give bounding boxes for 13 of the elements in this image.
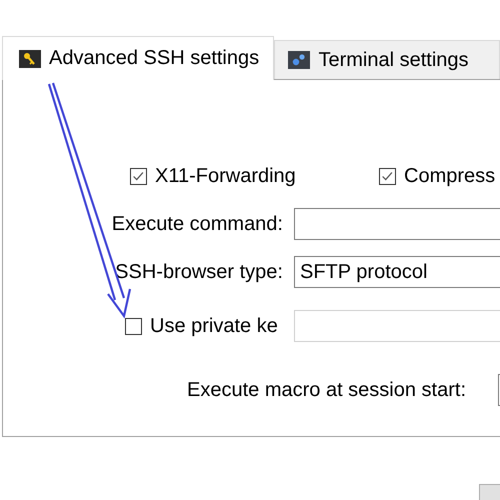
tab[interactable]: Advanced SSH settings — [2, 36, 274, 80]
dropdown[interactable]: SFTP protocol — [294, 256, 500, 288]
key-icon — [19, 50, 41, 68]
field-label: Execute command: — [110, 212, 283, 236]
checkbox[interactable] — [379, 168, 396, 184]
checkbox[interactable] — [130, 168, 147, 184]
checkbox-label: X11-Forwarding — [155, 164, 296, 188]
field-label: SSH-browser type: — [114, 260, 283, 284]
checkbox-label: Compress — [404, 164, 496, 188]
checkbox-label: Use private ke — [150, 314, 278, 338]
checkbox[interactable] — [125, 318, 142, 334]
field-label: Execute macro at session start: — [187, 378, 468, 402]
tab[interactable]: Terminal settings — [274, 40, 500, 79]
